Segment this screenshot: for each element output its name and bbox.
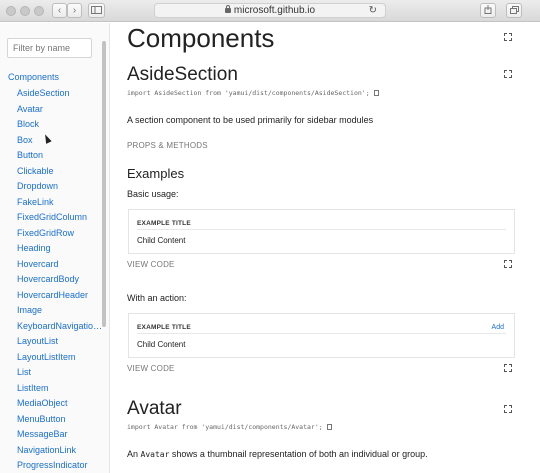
- main-content: Components AsideSection import AsideSect…: [111, 23, 540, 473]
- sidebar-toggle-icon[interactable]: [88, 3, 105, 18]
- sidebar-item-list-item[interactable]: ListItem: [17, 383, 103, 399]
- sidebar-item-layout-list-item[interactable]: LayoutListItem: [17, 352, 103, 368]
- browser-toolbar: ‹ › microsoft.github.io ↻: [0, 0, 540, 22]
- sidebar-item-button[interactable]: Button: [17, 150, 103, 166]
- with-action-label: With an action:: [127, 293, 187, 303]
- copy-icon[interactable]: [326, 424, 332, 430]
- expand-icon[interactable]: [504, 364, 512, 372]
- sidebar-item-hovercard-body[interactable]: HovercardBody: [17, 274, 103, 290]
- component-sidebar: Components AsideSection Avatar Block Box…: [0, 23, 110, 473]
- page-title: Components: [127, 23, 275, 53]
- lock-icon: [224, 5, 231, 13]
- example-content: Child Content: [137, 340, 186, 349]
- forward-button[interactable]: ›: [67, 3, 82, 18]
- add-link[interactable]: Add: [492, 324, 504, 331]
- zoom-window-icon[interactable]: [34, 6, 44, 16]
- avatar-import: import Avatar from 'yamui/dist/component…: [127, 423, 332, 431]
- aside-section-title: AsideSection: [127, 64, 238, 85]
- example-card-action: EXAMPLE TITLE Add Child Content: [128, 313, 515, 358]
- sidebar-item-menu-button[interactable]: MenuButton: [17, 414, 103, 430]
- divider: [137, 333, 506, 334]
- examples-heading: Examples: [127, 166, 185, 181]
- share-icon[interactable]: [480, 3, 496, 18]
- aside-section-description: A section component to be used primarily…: [127, 115, 374, 125]
- expand-icon[interactable]: [504, 33, 512, 41]
- sidebar-item-fixed-grid-row[interactable]: FixedGridRow: [17, 228, 103, 244]
- minimize-window-icon[interactable]: [20, 6, 30, 16]
- sidebar-item-message-bar[interactable]: MessageBar: [17, 429, 103, 445]
- address-bar[interactable]: microsoft.github.io ↻: [154, 3, 386, 18]
- props-methods-toggle[interactable]: PROPS & METHODS: [127, 141, 208, 150]
- sidebar-item-hovercard[interactable]: Hovercard: [17, 259, 103, 275]
- sidebar-item-list[interactable]: List: [17, 367, 103, 383]
- sidebar-item-box[interactable]: Box: [17, 135, 103, 151]
- component-list: AsideSection Avatar Block Box Button Cli…: [17, 88, 103, 473]
- sidebar-item-block[interactable]: Block: [17, 119, 103, 135]
- sidebar-item-aside-section[interactable]: AsideSection: [17, 88, 103, 104]
- sidebar-item-layout-list[interactable]: LayoutList: [17, 336, 103, 352]
- sidebar-root-link[interactable]: Components: [8, 72, 59, 82]
- sidebar-item-keyboard-navigation[interactable]: KeyboardNavigation...: [17, 321, 103, 337]
- sidebar-scrollbar[interactable]: [102, 41, 106, 327]
- expand-icon[interactable]: [504, 405, 512, 413]
- sidebar-item-avatar[interactable]: Avatar: [17, 104, 103, 120]
- divider: [137, 229, 506, 230]
- sidebar-item-fake-link[interactable]: FakeLink: [17, 197, 103, 213]
- sidebar-item-dropdown[interactable]: Dropdown: [17, 181, 103, 197]
- filter-input[interactable]: [7, 38, 92, 58]
- avatar-description: An Avatar shows a thumbnail representati…: [127, 449, 428, 459]
- sidebar-item-heading[interactable]: Heading: [17, 243, 103, 259]
- expand-icon[interactable]: [504, 260, 512, 268]
- copy-icon[interactable]: [373, 90, 379, 96]
- reload-icon[interactable]: ↻: [369, 4, 377, 17]
- example-content: Child Content: [137, 236, 186, 245]
- example-card-basic: EXAMPLE TITLE Child Content: [128, 209, 515, 254]
- sidebar-item-fixed-grid-column[interactable]: FixedGridColumn: [17, 212, 103, 228]
- example-title: EXAMPLE TITLE: [137, 324, 191, 331]
- back-button[interactable]: ‹: [52, 3, 67, 18]
- avatar-title: Avatar: [127, 398, 182, 419]
- view-code-button[interactable]: VIEW CODE: [127, 364, 175, 373]
- sidebar-item-image[interactable]: Image: [17, 305, 103, 321]
- sidebar-item-progress-indicator[interactable]: ProgressIndicator: [17, 460, 103, 473]
- expand-icon[interactable]: [504, 70, 512, 78]
- close-window-icon[interactable]: [6, 6, 16, 16]
- sidebar-item-navigation-link[interactable]: NavigationLink: [17, 445, 103, 461]
- view-code-button[interactable]: VIEW CODE: [127, 260, 175, 269]
- url-text: microsoft.github.io: [233, 5, 316, 16]
- basic-usage-label: Basic usage:: [127, 189, 179, 199]
- sidebar-item-hovercard-header[interactable]: HovercardHeader: [17, 290, 103, 306]
- sidebar-item-media-object[interactable]: MediaObject: [17, 398, 103, 414]
- example-title: EXAMPLE TITLE: [137, 220, 191, 227]
- aside-section-import: import AsideSection from 'yamui/dist/com…: [127, 89, 379, 97]
- sidebar-item-clickable[interactable]: Clickable: [17, 166, 103, 182]
- tabs-overview-icon[interactable]: [506, 3, 522, 18]
